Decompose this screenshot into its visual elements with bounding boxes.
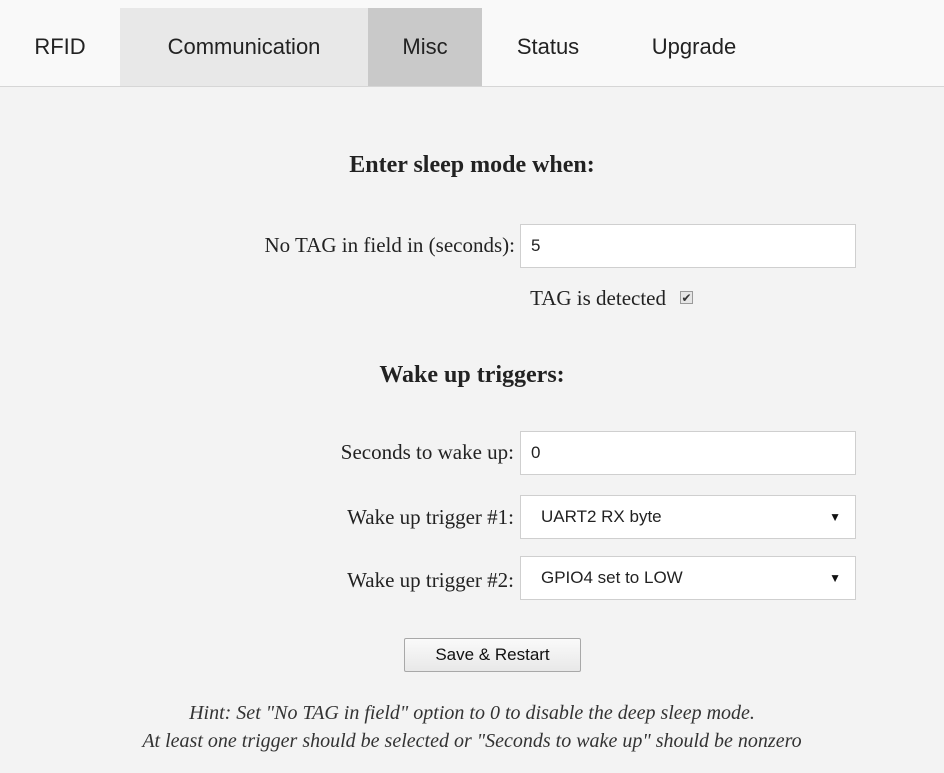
wake-triggers-heading: Wake up triggers: xyxy=(379,362,565,388)
save-restart-button[interactable]: Save & Restart xyxy=(404,638,581,672)
hint-line-2: At least one trigger should be selected … xyxy=(142,730,802,752)
tag-detected-checkbox[interactable]: ✔ xyxy=(680,291,693,304)
seconds-to-wake-value: 0 xyxy=(531,443,541,462)
wake-trigger-2-value: GPIO4 set to LOW xyxy=(541,568,683,587)
no-tag-seconds-value: 5 xyxy=(531,236,541,255)
tab-misc[interactable]: Misc xyxy=(368,8,482,86)
no-tag-label: No TAG in field in (seconds): xyxy=(264,233,515,257)
tab-rfid[interactable]: RFID xyxy=(0,8,120,86)
tab-communication[interactable]: Communication xyxy=(120,8,368,86)
tab-upgrade[interactable]: Upgrade xyxy=(614,8,774,86)
hint-line-1: Hint: Set "No TAG in field" option to 0 … xyxy=(189,702,755,724)
wake-trigger-1-label: Wake up trigger #1: xyxy=(347,505,514,529)
no-tag-seconds-input[interactable]: 5 xyxy=(520,224,856,268)
wake-trigger-2-label: Wake up trigger #2: xyxy=(347,568,514,592)
chevron-down-icon: ▼ xyxy=(829,571,841,585)
sleep-mode-heading: Enter sleep mode when: xyxy=(349,152,595,178)
tab-status[interactable]: Status xyxy=(482,8,614,86)
wake-trigger-1-select[interactable]: UART2 RX byte ▼ xyxy=(520,495,856,539)
wake-trigger-1-value: UART2 RX byte xyxy=(541,507,662,526)
seconds-to-wake-input[interactable]: 0 xyxy=(520,431,856,475)
tag-detected-label: TAG is detected xyxy=(530,286,666,310)
tab-bar: RFID Communication Misc Status Upgrade xyxy=(0,0,944,87)
chevron-down-icon: ▼ xyxy=(829,510,841,524)
checkmark-icon: ✔ xyxy=(681,290,692,305)
wake-trigger-2-select[interactable]: GPIO4 set to LOW ▼ xyxy=(520,556,856,600)
seconds-to-wake-label: Seconds to wake up: xyxy=(340,440,514,464)
